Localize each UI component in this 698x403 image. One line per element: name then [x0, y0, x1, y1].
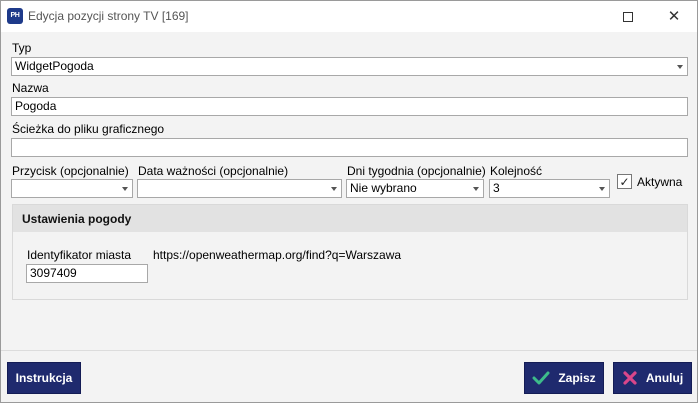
title-bar[interactable]: PH Edycja pozycji strony TV [169] ✕ [1, 1, 697, 32]
sciezka-input[interactable] [11, 138, 688, 157]
instrukcja-label: Instrukcja [15, 371, 73, 385]
cancel-x-icon [623, 371, 637, 385]
maximize-button[interactable] [605, 1, 651, 32]
window-title: Edycja pozycji strony TV [169] [28, 9, 189, 23]
sciezka-label: Ścieżka do pliku graficznego [12, 122, 165, 136]
aktywna-checkbox[interactable]: ✓ [617, 174, 632, 189]
weather-settings-header: Ustawienia pogody [13, 205, 687, 232]
close-icon: ✕ [667, 8, 681, 25]
zapisz-button[interactable]: Zapisz [524, 362, 604, 394]
check-icon [532, 371, 550, 385]
przycisk-select[interactable] [11, 179, 133, 198]
close-button[interactable]: ✕ [651, 1, 697, 32]
openweathermap-link: https://openweathermap.org/find?q=Warsza… [153, 248, 402, 262]
dni-tygodnia-value: Nie wybrano [350, 181, 417, 195]
anuluj-button[interactable]: Anuluj [613, 362, 692, 394]
typ-select[interactable]: WidgetPogoda [11, 57, 688, 76]
app-logo-icon: PH [7, 8, 23, 24]
typ-value: WidgetPogoda [15, 59, 94, 73]
chevron-down-icon [677, 65, 683, 69]
dni-tygodnia-select[interactable]: Nie wybrano [346, 179, 484, 198]
typ-label: Typ [12, 41, 32, 55]
aktywna-label[interactable]: Aktywna [637, 175, 682, 189]
zapisz-label: Zapisz [558, 371, 596, 385]
kolejnosc-label: Kolejność [490, 164, 543, 178]
city-id-label: Identyfikator miasta [27, 248, 132, 262]
maximize-icon [623, 11, 633, 22]
weather-settings-title: Ustawienia pogody [22, 212, 132, 226]
dialog-window: PH Edycja pozycji strony TV [169] ✕ Typ … [0, 0, 698, 403]
przycisk-label: Przycisk (opcjonalnie) [12, 164, 129, 178]
chevron-down-icon [122, 187, 128, 191]
dni-tygodnia-label: Dni tygodnia (opcjonalnie) [347, 164, 486, 178]
chevron-down-icon [331, 187, 337, 191]
kolejnosc-value: 3 [493, 181, 500, 195]
form-area: Typ WidgetPogoda Nazwa Pogoda Ścieżka do… [1, 32, 697, 350]
instrukcja-button[interactable]: Instrukcja [7, 362, 81, 394]
checkmark-icon: ✓ [619, 174, 630, 189]
weather-settings-panel: Ustawienia pogody Identyfikator miasta 3… [12, 204, 688, 300]
chevron-down-icon [473, 187, 479, 191]
kolejnosc-select[interactable]: 3 [489, 179, 610, 198]
chevron-down-icon [599, 187, 605, 191]
dialog-footer: Instrukcja Zapisz Anuluj [1, 350, 697, 402]
data-waznosci-label: Data ważności (opcjonalnie) [138, 164, 289, 178]
nazwa-label: Nazwa [12, 81, 49, 95]
nazwa-input[interactable]: Pogoda [11, 97, 688, 116]
city-id-input[interactable]: 3097409 [26, 264, 148, 283]
data-waznosci-picker[interactable] [137, 179, 342, 198]
anuluj-label: Anuluj [645, 371, 684, 385]
